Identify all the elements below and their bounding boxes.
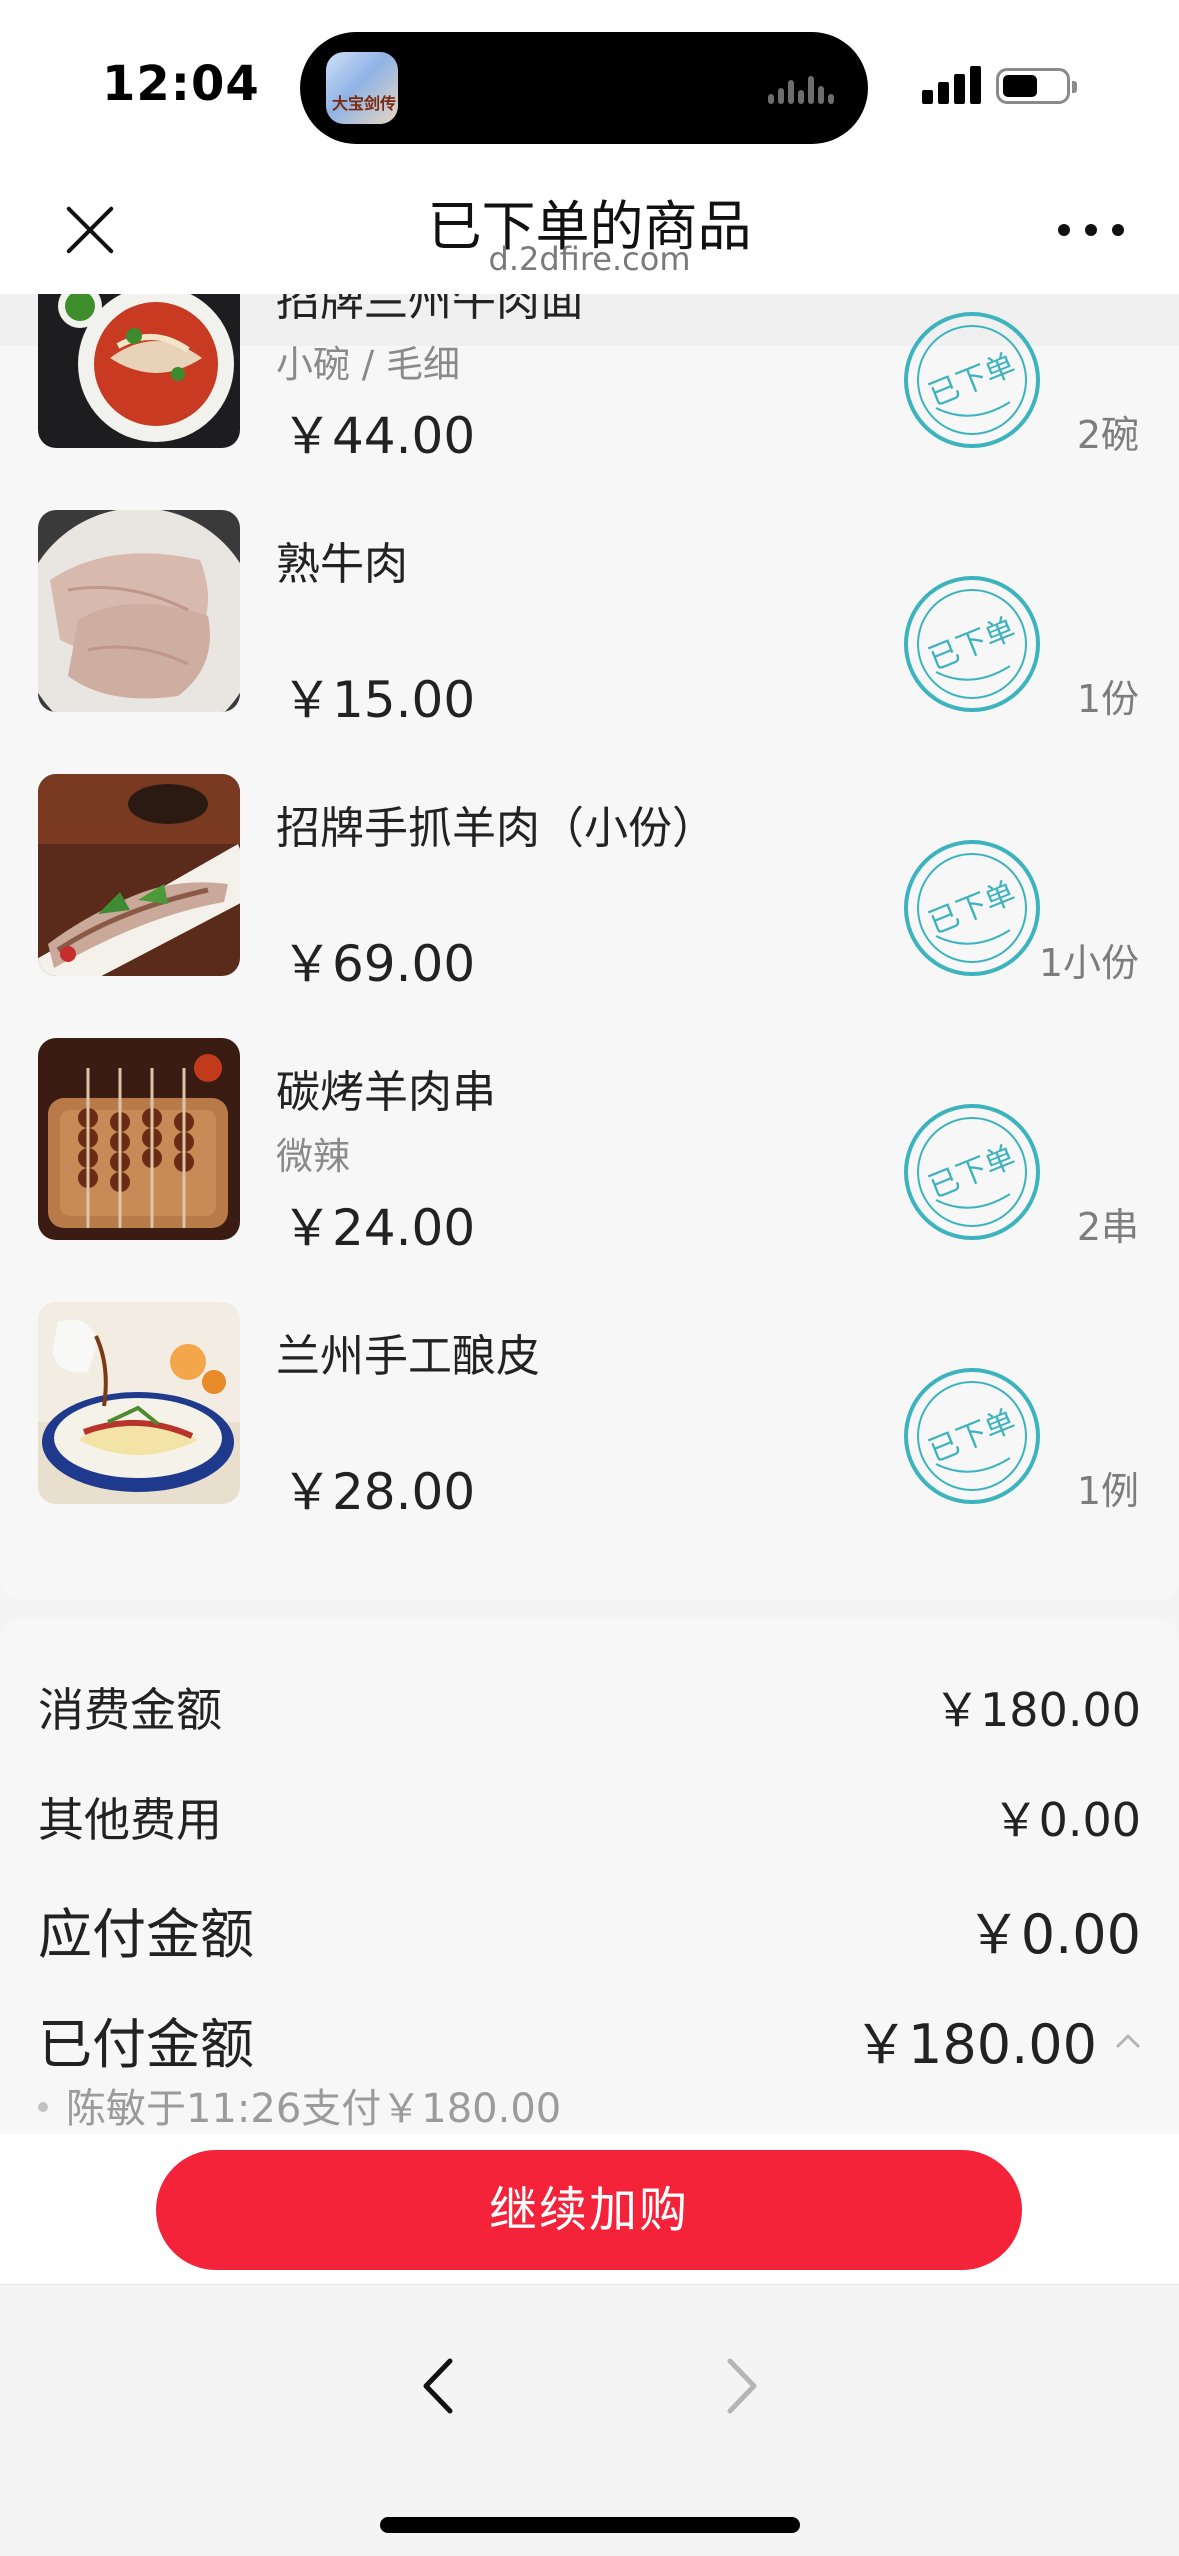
other-fee-value: ￥0.00 bbox=[992, 1793, 1141, 1847]
bullet-dot bbox=[38, 2102, 48, 2112]
item-spec: 微辣 bbox=[276, 1135, 350, 1178]
item-name: 碳烤羊肉串 bbox=[276, 1067, 496, 1118]
page-domain: d.2dfire.com bbox=[488, 240, 691, 278]
signal-icon bbox=[922, 64, 982, 104]
order-item[interactable]: 招牌手抓羊肉（小份） ￥69.00 已下单 1小份 bbox=[0, 774, 1179, 1038]
more-options-icon[interactable] bbox=[1058, 220, 1124, 240]
consumption-label: 消费金额 bbox=[38, 1683, 222, 1737]
item-quantity: 2串 bbox=[1076, 1205, 1139, 1249]
item-name: 招牌兰州牛肉面 bbox=[276, 294, 584, 326]
order-item[interactable]: 熟牛肉 ￥15.00 已下单 1份 bbox=[0, 510, 1179, 774]
payment-note: 陈敏于11:26支付￥180.00 bbox=[38, 2076, 561, 2134]
audio-wave-icon bbox=[768, 72, 834, 104]
item-quantity: 1份 bbox=[1076, 677, 1139, 721]
dynamic-island: 大宝剑传 bbox=[300, 32, 868, 144]
item-price: ￥15.00 bbox=[282, 671, 476, 729]
item-spec: 小碗 / 毛细 bbox=[276, 343, 460, 386]
consumption-value: ￥180.00 bbox=[934, 1683, 1141, 1737]
ordered-stamp-icon: 已下单 bbox=[902, 1102, 1042, 1242]
chevron-up-icon[interactable] bbox=[1115, 2028, 1141, 2054]
ordered-stamp-icon: 已下单 bbox=[902, 838, 1042, 978]
back-arrow-icon[interactable] bbox=[404, 2351, 474, 2421]
status-time: 12:04 bbox=[102, 56, 260, 112]
nav-header: 已下单的商品 d.2dfire.com bbox=[0, 160, 1179, 294]
order-item[interactable]: 招牌兰州牛肉面小碗 / 毛细 ￥44.00 已下单 2碗 bbox=[0, 294, 1179, 510]
item-thumbnail bbox=[38, 510, 240, 712]
item-price: ￥28.00 bbox=[282, 1463, 476, 1521]
consumption-row: 消费金额 ￥180.00 bbox=[38, 1674, 1141, 1737]
order-summary: 消费金额 ￥180.00 其他费用 ￥0.00 应付金额 ￥0.00 已付金额 … bbox=[0, 1618, 1179, 2138]
app-badge-text: 大宝剑传 bbox=[332, 94, 397, 113]
payable-value: ￥0.00 bbox=[966, 1903, 1141, 1966]
continue-shopping-button[interactable]: 继续加购 bbox=[156, 2150, 1022, 2270]
home-indicator bbox=[380, 2517, 800, 2533]
battery-icon bbox=[996, 68, 1077, 104]
item-thumbnail bbox=[38, 1038, 240, 1240]
payment-note-text: 陈敏于11:26支付￥180.00 bbox=[66, 2086, 562, 2132]
status-bar: 12:04 大宝剑传 bbox=[0, 0, 1179, 160]
cta-area: 继续加购 bbox=[0, 2134, 1179, 2284]
app-icon: 大宝剑传 bbox=[326, 52, 398, 124]
payable-label: 应付金额 bbox=[38, 1903, 254, 1966]
item-quantity: 1小份 bbox=[1038, 941, 1139, 985]
browser-toolbar bbox=[0, 2284, 1179, 2556]
ordered-items-list: 招牌兰州牛肉面 小碗 / 毛细 ￥44.00 已下单 2碗 熟牛肉 ￥15.00 已下单 1份招… bbox=[0, 294, 1179, 1600]
item-thumbnail bbox=[38, 774, 240, 976]
other-fee-label: 其他费用 bbox=[38, 1793, 222, 1847]
item-thumbnail bbox=[38, 294, 240, 448]
paid-value: ￥180.00 bbox=[854, 2013, 1097, 2076]
paid-label: 已付金额 bbox=[38, 2013, 254, 2076]
item-quantity: 1例 bbox=[1076, 1469, 1139, 1513]
order-item[interactable]: 兰州手工酿皮 ￥28.00 已下单 1例 bbox=[0, 1302, 1179, 1566]
item-price: ￥44.00 bbox=[282, 407, 476, 465]
item-name: 兰州手工酿皮 bbox=[276, 1331, 540, 1382]
forward-arrow-icon[interactable] bbox=[706, 2351, 776, 2421]
item-price: ￥69.00 bbox=[282, 935, 476, 993]
item-thumbnail bbox=[38, 1302, 240, 1504]
ordered-stamp-icon: 已下单 bbox=[902, 1366, 1042, 1506]
payable-row: 应付金额 ￥0.00 bbox=[38, 1890, 1141, 1966]
order-item[interactable]: 碳烤羊肉串微辣 ￥24.00 已下单 2串 bbox=[0, 1038, 1179, 1302]
item-quantity: 2碗 bbox=[1076, 413, 1139, 457]
item-name: 招牌手抓羊肉（小份） bbox=[276, 803, 716, 854]
item-name: 熟牛肉 bbox=[276, 539, 408, 590]
other-fee-row: 其他费用 ￥0.00 bbox=[38, 1784, 1141, 1847]
ordered-stamp-icon: 已下单 bbox=[902, 310, 1042, 450]
paid-row[interactable]: 已付金额 ￥180.00 bbox=[38, 2000, 1141, 2076]
ordered-stamp-icon: 已下单 bbox=[902, 574, 1042, 714]
item-price: ￥24.00 bbox=[282, 1199, 476, 1257]
